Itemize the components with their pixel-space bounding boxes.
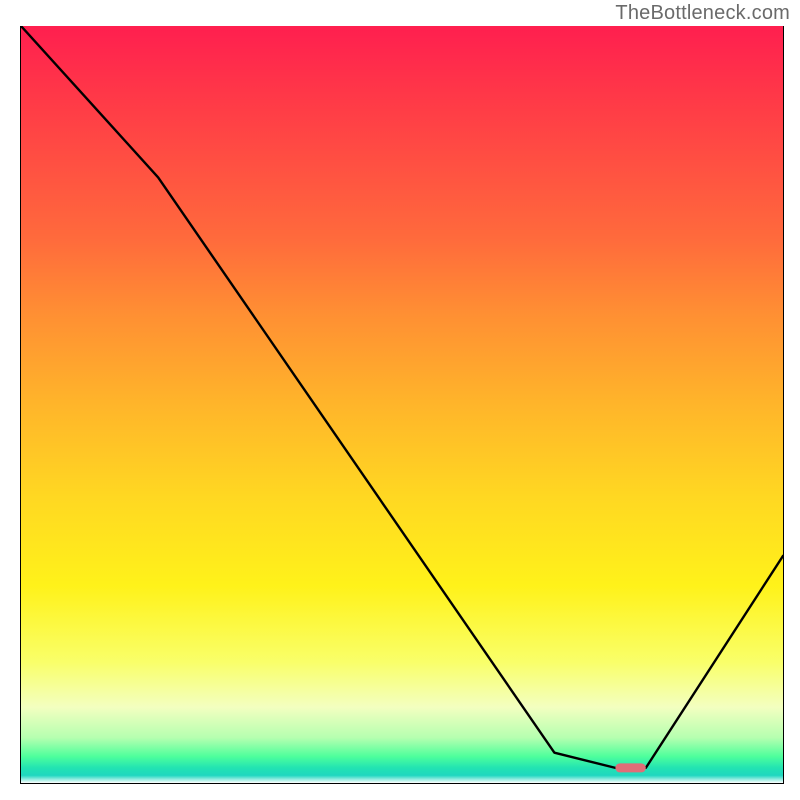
chart-area [20, 26, 784, 784]
chart-svg [21, 26, 783, 783]
optimal-marker [615, 763, 645, 772]
bottleneck-curve [21, 26, 783, 768]
watermark-text: TheBottleneck.com [615, 2, 790, 25]
